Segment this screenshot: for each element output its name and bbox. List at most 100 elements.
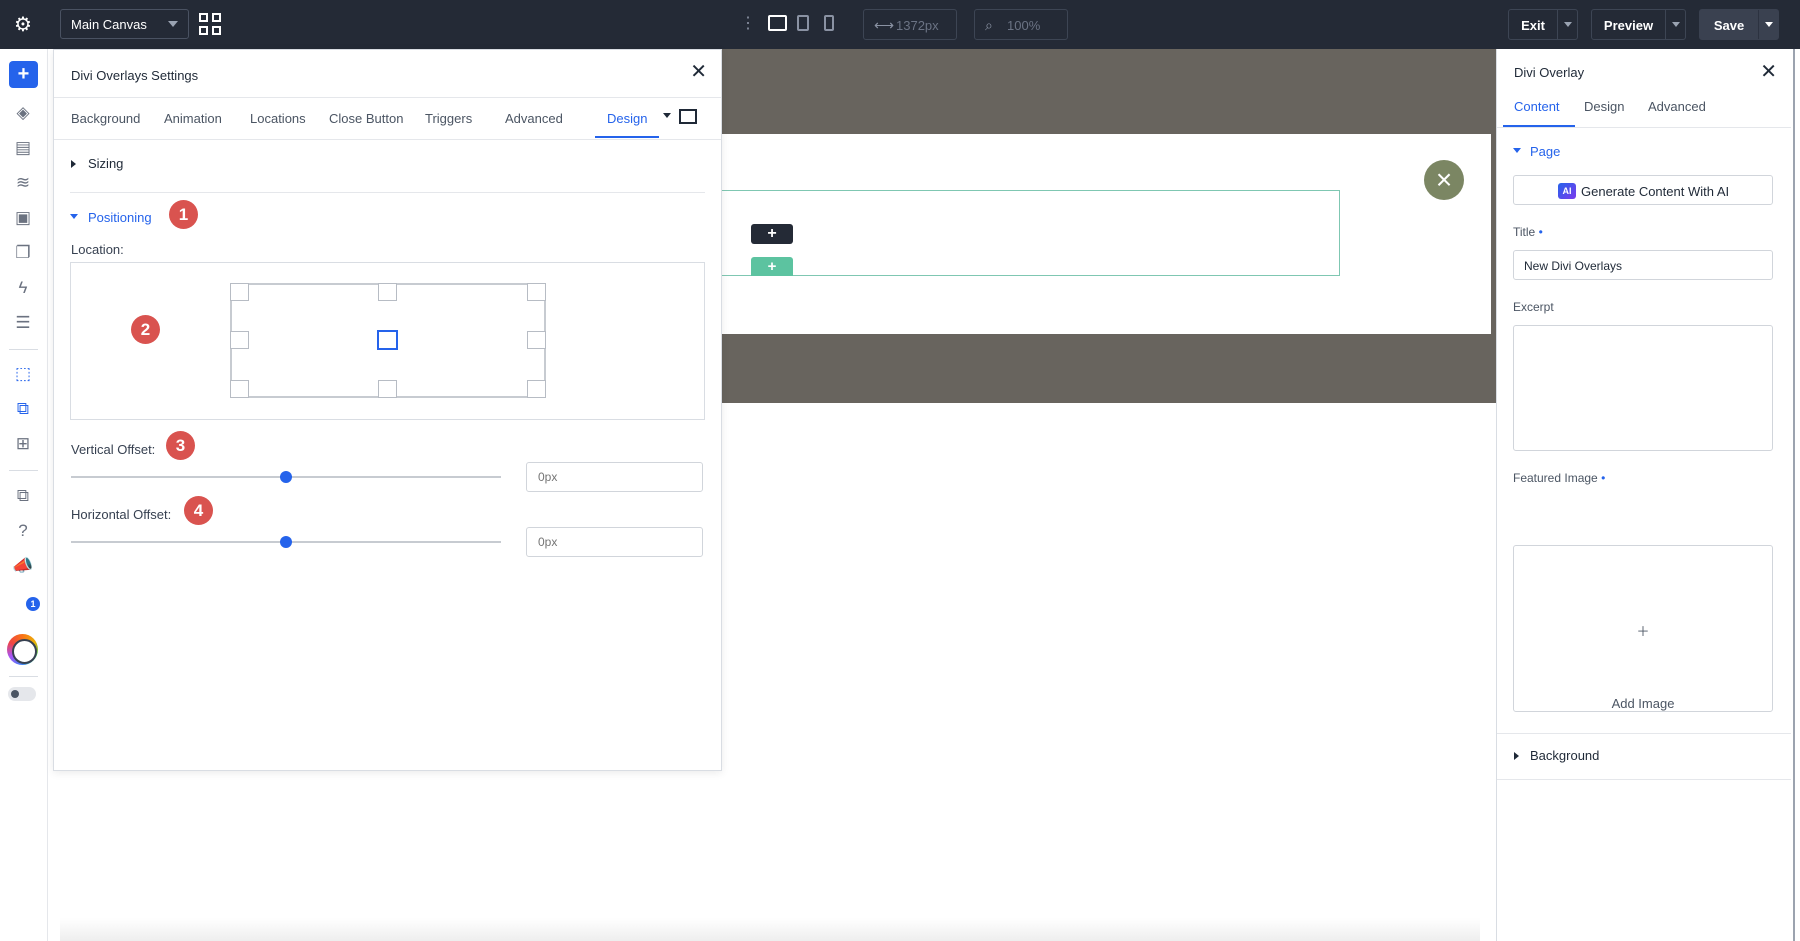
notification-badge: 1 <box>26 597 40 611</box>
click-select-icon[interactable]: ⬚ <box>12 363 34 385</box>
exit-dropdown-icon[interactable] <box>1557 10 1577 39</box>
canvas-select-value: Main Canvas <box>71 17 147 32</box>
add-image-dropzone[interactable]: ＋ Add Image <box>1513 545 1773 712</box>
pages-icon[interactable]: ❐ <box>12 242 34 264</box>
generate-ai-button[interactable]: AI Generate Content With AI <box>1513 175 1773 205</box>
divider <box>1497 127 1791 128</box>
tab-design[interactable]: Design <box>1584 99 1624 114</box>
canvas-width-value: 1372px <box>896 18 939 33</box>
location-center[interactable] <box>377 330 398 350</box>
scrollbar[interactable] <box>1793 49 1795 941</box>
chevron-down-icon <box>168 21 178 27</box>
canvas-width-field[interactable]: ⟷ 1372px <box>863 9 957 40</box>
title-label: Title • <box>1513 225 1543 239</box>
save-dropdown-icon[interactable] <box>1758 10 1778 39</box>
divi-logo-icon[interactable] <box>7 634 38 665</box>
horizontal-offset-slider[interactable] <box>71 536 501 548</box>
tab-animation[interactable]: Animation <box>164 111 222 126</box>
responsive-icon[interactable]: ⊞ <box>12 433 34 455</box>
vertical-offset-slider[interactable] <box>71 471 501 483</box>
tab-locations[interactable]: Locations <box>250 111 306 126</box>
vertical-offset-label: Vertical Offset: <box>71 442 156 457</box>
location-bottom-left[interactable] <box>230 380 249 398</box>
layout-icon[interactable]: ▣ <box>12 207 34 229</box>
structure-icon[interactable]: ☰ <box>12 312 34 334</box>
location-label: Location: <box>71 242 124 257</box>
location-bottom-right[interactable] <box>527 380 546 398</box>
close-icon[interactable]: ✕ <box>1760 59 1777 84</box>
preview-dropdown-icon[interactable] <box>1665 10 1685 39</box>
mode-toggle[interactable] <box>8 687 36 701</box>
location-top-right[interactable] <box>527 283 546 301</box>
location-top-left[interactable] <box>230 283 249 301</box>
horizontal-offset-label: Horizontal Offset: <box>71 507 172 522</box>
library-icon[interactable]: ▤ <box>12 137 34 159</box>
width-arrows-icon: ⟷ <box>874 17 895 33</box>
overlay-close-icon[interactable]: × <box>1424 160 1464 200</box>
zoom-search-icon: ⌕ <box>985 17 993 33</box>
active-tab-indicator <box>595 136 659 138</box>
required-dot: • <box>1538 225 1543 239</box>
row-outline[interactable] <box>716 190 1340 276</box>
location-center-left[interactable] <box>230 331 249 349</box>
tab-triggers[interactable]: Triggers <box>425 111 472 126</box>
required-dot: • <box>1601 471 1606 485</box>
add-module-button[interactable]: + <box>751 224 793 244</box>
title-input[interactable]: New Divi Overlays <box>1513 250 1773 280</box>
database-icon[interactable]: ≋ <box>12 172 34 194</box>
add-image-text: Add Image <box>1611 696 1675 711</box>
exit-button[interactable]: Exit <box>1508 9 1578 40</box>
layers-icon[interactable]: ◈ <box>12 102 34 124</box>
tab-design[interactable]: Design <box>607 111 647 126</box>
page-section-toggle[interactable]: Page <box>1530 144 1560 159</box>
vertical-offset-input[interactable] <box>526 462 703 492</box>
more-vertical-icon[interactable]: ⋮ <box>740 14 756 34</box>
add-row-button[interactable]: + <box>751 257 793 276</box>
tab-advanced[interactable]: Advanced <box>505 111 563 126</box>
caret-right-icon <box>1514 752 1519 760</box>
positioning-toggle[interactable]: Positioning <box>88 210 152 225</box>
announcement-icon[interactable]: 📣 <box>12 555 34 577</box>
tab-advanced[interactable]: Advanced <box>1648 99 1706 114</box>
desktop-view-icon[interactable] <box>768 15 787 31</box>
expand-modal-icon[interactable] <box>679 109 697 124</box>
windows-icon[interactable]: ⧉ <box>12 485 34 507</box>
close-icon[interactable]: ✕ <box>690 62 707 82</box>
canvas-select[interactable]: Main Canvas <box>60 9 189 39</box>
lightning-icon[interactable]: ϟ <box>12 277 34 299</box>
overlays-settings-modal: Divi Overlays Settings ✕ Background Anim… <box>53 49 722 771</box>
location-top-center[interactable] <box>378 283 397 301</box>
tab-background[interactable]: Background <box>71 111 140 126</box>
preview-button[interactable]: Preview <box>1591 9 1686 40</box>
zoom-field[interactable]: ⌕ 100% <box>974 9 1068 40</box>
zoom-value: 100% <box>1007 18 1041 33</box>
rail-divider <box>9 470 38 471</box>
generate-ai-label: Generate Content With AI <box>1581 184 1730 199</box>
rail-divider <box>9 349 38 350</box>
location-bottom-center[interactable] <box>378 380 397 398</box>
excerpt-textarea[interactable] <box>1513 325 1773 451</box>
tab-close-button[interactable]: Close Button <box>329 111 403 126</box>
rail-divider <box>9 676 38 677</box>
tab-content[interactable]: Content <box>1514 99 1560 114</box>
layout-grid-icon[interactable] <box>199 13 221 35</box>
location-center-right[interactable] <box>527 331 546 349</box>
more-tabs-dropdown-icon[interactable] <box>663 113 671 118</box>
background-section-toggle[interactable]: Background <box>1530 748 1599 763</box>
settings-gear-icon[interactable]: ⚙ <box>10 12 36 38</box>
phone-view-icon[interactable] <box>824 15 834 31</box>
horizontal-offset-input[interactable] <box>526 527 703 557</box>
vertical-offset-knob[interactable] <box>280 471 292 483</box>
save-button[interactable]: Save <box>1699 9 1779 40</box>
modal-title: Divi Overlays Settings <box>71 68 199 83</box>
tablet-view-icon[interactable] <box>797 15 809 31</box>
multi-select-icon[interactable]: ⧉ <box>12 398 34 420</box>
callout-2: 2 <box>131 315 160 344</box>
help-icon[interactable]: ? <box>12 520 34 542</box>
left-rail: + ◈ ▤ ≋ ▣ ❐ ϟ ☰ ⬚ ⧉ ⊞ ⧉ ? 📣 1 <box>0 49 48 941</box>
caret-right-icon <box>71 160 76 168</box>
divider <box>1497 733 1791 734</box>
sizing-toggle[interactable]: Sizing <box>88 156 123 171</box>
add-element-button[interactable]: + <box>9 61 38 88</box>
horizontal-offset-knob[interactable] <box>280 536 292 548</box>
